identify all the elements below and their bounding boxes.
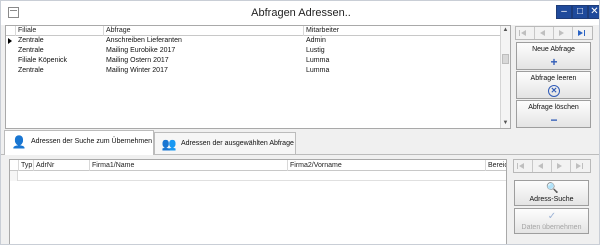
cell-filiale: Zentrale (18, 37, 44, 44)
last-record-button[interactable] (571, 160, 590, 172)
address-search-label: Adress-Suche (529, 196, 574, 203)
queries-navigator (515, 26, 593, 40)
query-row[interactable]: Zentrale Anschreiben Lieferanten Admin (6, 36, 500, 46)
new-query-label: Neue Abfrage (532, 46, 575, 53)
abfragen-adressen-window: Abfragen Adressen.. – □ ✕ Filiale Abfrag… (0, 0, 600, 245)
delete-query-label: Abfrage löschen (528, 104, 579, 111)
address-table-header: Typ AdrNr Firma1/Name Firma2/Vorname Ber… (10, 160, 506, 171)
address-search-button[interactable]: 🔍 Adress-Suche (514, 180, 589, 206)
first-record-button[interactable] (514, 160, 533, 172)
scroll-down-icon[interactable]: ▼ (501, 119, 510, 128)
previous-icon (538, 163, 543, 169)
add-contact-icon: 👤 (11, 135, 27, 149)
cell-mitarbeiter: Lumma (306, 57, 330, 64)
column-header-filiale[interactable]: Filiale (16, 26, 104, 36)
cell-mitarbeiter: Lustig (306, 47, 325, 54)
query-row[interactable]: Filiale Köpenick Mailing Ostern 2017 Lum… (6, 56, 500, 66)
column-header-adrnr[interactable]: AdrNr (34, 160, 90, 171)
previous-record-button[interactable] (535, 27, 554, 39)
last-icon (578, 30, 585, 36)
next-record-button[interactable] (554, 27, 573, 39)
address-navigator (513, 159, 591, 173)
minus-icon: − (550, 113, 558, 127)
query-row[interactable]: Zentrale Mailing Eurobike 2017 Lustig (6, 46, 500, 56)
contacts-icon: 👥 (161, 137, 177, 151)
query-row[interactable]: Zentrale Mailing Winter 2017 Lumma (6, 66, 500, 76)
clear-query-label: Abfrage leeren (530, 75, 577, 82)
next-icon (559, 30, 564, 36)
row-selector (10, 171, 18, 181)
tab-strip: 👤 Adressen der Suche zum Übernehmen 👥 Ad… (1, 130, 599, 155)
minimize-button[interactable]: – (556, 5, 572, 19)
close-button[interactable]: ✕ (588, 5, 599, 19)
tab-label: Adressen der Suche zum Übernehmen (31, 138, 153, 145)
next-icon (557, 163, 562, 169)
cell-abfrage: Mailing Eurobike 2017 (106, 47, 176, 54)
first-icon (519, 30, 526, 36)
column-header-mitarbeiter[interactable]: Mitarbeiter (304, 26, 502, 36)
last-record-button[interactable] (573, 27, 592, 39)
plus-icon: + (550, 55, 558, 69)
queries-vertical-scrollbar[interactable]: ▲ ▼ (500, 26, 510, 128)
column-header-firma2[interactable]: Firma2/Vorname (288, 160, 486, 171)
column-header-abfrage[interactable]: Abfrage (104, 26, 304, 36)
first-icon (517, 163, 524, 169)
first-record-button[interactable] (516, 27, 535, 39)
scroll-up-icon[interactable]: ▲ (501, 26, 510, 35)
queries-table-header: Filiale Abfrage Mitarbeiter (6, 26, 500, 36)
circle-x-icon: ✕ (548, 85, 560, 97)
cell-abfrage: Mailing Ostern 2017 (106, 57, 169, 64)
previous-icon (540, 30, 545, 36)
new-address-row[interactable] (10, 171, 506, 181)
clear-query-button[interactable]: Abfrage leeren ✕ (516, 71, 591, 99)
tab-selected-query-addresses[interactable]: 👥 Adressen der ausgewählten Abfrage (154, 132, 296, 154)
cell-filiale: Filiale Köpenick (18, 57, 68, 64)
address-table[interactable]: Typ AdrNr Firma1/Name Firma2/Vorname Ber… (9, 159, 507, 244)
tab-search-addresses[interactable]: 👤 Adressen der Suche zum Übernehmen (4, 130, 154, 155)
accept-data-button[interactable]: ✓ Daten übernehmen (514, 208, 589, 234)
tab-content: Typ AdrNr Firma1/Name Firma2/Vorname Ber… (1, 156, 599, 244)
title-bar: Abfragen Adressen.. – □ ✕ (1, 1, 599, 25)
window-title: Abfragen Adressen.. (251, 7, 351, 19)
cell-filiale: Zentrale (18, 67, 44, 74)
last-icon (576, 163, 583, 169)
cell-abfrage: Anschreiben Lieferanten (106, 37, 182, 44)
row-selector-header (10, 160, 19, 171)
scrollbar-thumb[interactable] (502, 54, 509, 64)
checkmark-icon: ✓ (547, 211, 557, 222)
new-query-button[interactable]: Neue Abfrage + (516, 42, 591, 70)
delete-query-button[interactable]: Abfrage löschen − (516, 100, 591, 128)
column-header-bereich[interactable]: Bereic (486, 160, 506, 171)
cell-abfrage: Mailing Winter 2017 (106, 67, 168, 74)
next-record-button[interactable] (552, 160, 571, 172)
row-selector-header (6, 26, 16, 36)
maximize-button[interactable]: □ (572, 5, 588, 19)
previous-record-button[interactable] (533, 160, 552, 172)
column-header-firma1[interactable]: Firma1/Name (90, 160, 288, 171)
cell-mitarbeiter: Admin (306, 37, 326, 44)
accept-data-label: Daten übernehmen (521, 224, 582, 231)
cell-mitarbeiter: Lumma (306, 67, 330, 74)
cell-filiale: Zentrale (18, 47, 44, 54)
column-header-typ[interactable]: Typ (19, 160, 34, 171)
search-icon: 🔍 (546, 183, 559, 194)
queries-table[interactable]: Filiale Abfrage Mitarbeiter Zentrale Ans… (5, 25, 511, 129)
current-row-arrow-icon (8, 38, 12, 44)
tab-label: Adressen der ausgewählten Abfrage (181, 140, 294, 147)
